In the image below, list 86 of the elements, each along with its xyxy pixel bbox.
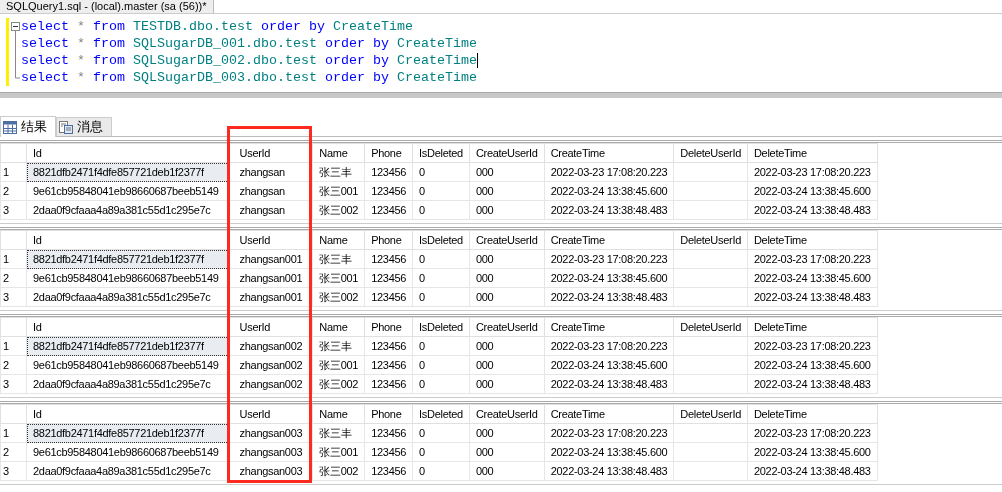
table-cell: 000 xyxy=(469,181,545,201)
row-number[interactable]: 1 xyxy=(0,336,27,356)
table-cell: 0 xyxy=(412,461,470,481)
table-cell: 123456 xyxy=(364,162,413,182)
table-cell: 2022-03-23 17:08:20.223 xyxy=(544,423,674,443)
table-cell: 2022-03-24 13:38:45.600 xyxy=(747,181,878,201)
code-line: select * from SQLSugarDB_002.dbo.test order by CreateTime xyxy=(21,52,478,69)
table-cell: 123456 xyxy=(364,423,413,443)
table-cell: 123456 xyxy=(364,442,413,462)
table-cell: 123456 xyxy=(364,287,413,307)
change-bar xyxy=(6,18,9,86)
table-cell: 2022-03-24 13:38:45.600 xyxy=(747,355,878,375)
table-cell: 2022-03-24 13:38:48.483 xyxy=(544,200,674,220)
table-cell: 0 xyxy=(412,336,470,356)
table-cell: 2022-03-24 13:38:48.483 xyxy=(747,374,878,394)
row-number[interactable]: 1 xyxy=(0,249,27,269)
table-cell: 123456 xyxy=(364,200,413,220)
table-cell: 0 xyxy=(412,355,470,375)
table-cell: 0 xyxy=(412,162,470,182)
document-tab[interactable]: SQLQuery1.sql - (local).master (sa (56))* xyxy=(0,0,214,13)
table-cell: 0 xyxy=(412,249,470,269)
table-cell: 0 xyxy=(412,181,470,201)
row-number[interactable]: 1 xyxy=(0,162,27,182)
table-cell: 2022-03-24 13:38:48.483 xyxy=(747,287,878,307)
table-cell: 000 xyxy=(469,374,545,394)
table-cell: 2022-03-24 13:38:48.483 xyxy=(544,461,674,481)
table-cell: 0 xyxy=(412,268,470,288)
row-number[interactable]: 2 xyxy=(0,442,27,462)
table-cell: 000 xyxy=(469,200,545,220)
table-cell: 2022-03-24 13:38:48.483 xyxy=(544,374,674,394)
table-cell: 2022-03-24 13:38:48.483 xyxy=(747,200,878,220)
table-cell: 0 xyxy=(412,423,470,443)
table-cell: 2022-03-23 17:08:20.223 xyxy=(747,162,878,182)
table-cell: 123456 xyxy=(364,374,413,394)
table-cell: 123456 xyxy=(364,461,413,481)
result-tab[interactable]: 结果 xyxy=(0,116,56,137)
table-cell: 2022-03-24 13:38:45.600 xyxy=(544,268,674,288)
table-cell: 000 xyxy=(469,162,545,182)
column-header[interactable]: Id xyxy=(33,147,42,159)
table-cell: 2022-03-24 13:38:45.600 xyxy=(544,442,674,462)
table-cell: 0 xyxy=(412,442,470,462)
row-number[interactable]: 3 xyxy=(0,374,27,394)
table-cell: 2022-03-23 17:08:20.223 xyxy=(544,336,674,356)
table-cell: 000 xyxy=(469,423,545,443)
document-icon xyxy=(59,120,73,134)
grid-icon xyxy=(3,120,17,134)
table-cell: 0 xyxy=(412,287,470,307)
table-cell: 2022-03-24 13:38:45.600 xyxy=(747,442,878,462)
table-cell: 2022-03-24 13:38:45.600 xyxy=(747,268,878,288)
table-cell: 000 xyxy=(469,461,545,481)
row-number[interactable]: 3 xyxy=(0,287,27,307)
row-number[interactable]: 2 xyxy=(0,355,27,375)
row-number[interactable]: 2 xyxy=(0,181,27,201)
column-header[interactable]: Id xyxy=(33,321,42,333)
row-number[interactable]: 3 xyxy=(0,461,27,481)
row-number[interactable]: 1 xyxy=(0,423,27,443)
table-cell: 2022-03-23 17:08:20.223 xyxy=(747,249,878,269)
table-cell: 0 xyxy=(412,200,470,220)
table-cell: 000 xyxy=(469,268,545,288)
table-cell: 2022-03-24 13:38:45.600 xyxy=(544,355,674,375)
column-header[interactable]: Id xyxy=(33,408,42,420)
row-number[interactable]: 2 xyxy=(0,268,27,288)
table-cell: 123456 xyxy=(364,181,413,201)
result-tab[interactable]: 消息 xyxy=(56,117,112,136)
table-cell: 000 xyxy=(469,355,545,375)
table-cell: 2022-03-24 13:38:48.483 xyxy=(544,287,674,307)
table-cell: 2022-03-23 17:08:20.223 xyxy=(544,249,674,269)
table-cell: 123456 xyxy=(364,355,413,375)
table-cell: 000 xyxy=(469,442,545,462)
code-line: select * from SQLSugarDB_003.dbo.test order by CreateTime xyxy=(21,69,478,86)
table-cell: 123456 xyxy=(364,336,413,356)
table-cell: 2022-03-24 13:38:45.600 xyxy=(544,181,674,201)
table-cell: 000 xyxy=(469,249,545,269)
column-header[interactable]: Id xyxy=(33,234,42,246)
code-line: select * from SQLSugarDB_001.dbo.test order by CreateTime xyxy=(21,35,478,52)
code-line: select * from TESTDB.dbo.test order by CreateTime xyxy=(21,18,414,35)
table-cell: 000 xyxy=(469,336,545,356)
row-number[interactable]: 3 xyxy=(0,200,27,220)
table-cell: 123456 xyxy=(364,268,413,288)
table-cell: 2022-03-23 17:08:20.223 xyxy=(544,162,674,182)
table-cell: 2022-03-24 13:38:48.483 xyxy=(747,461,878,481)
table-cell: 0 xyxy=(412,374,470,394)
table-cell: 2022-03-23 17:08:20.223 xyxy=(747,423,878,443)
table-cell: 2022-03-23 17:08:20.223 xyxy=(747,336,878,356)
table-cell: 123456 xyxy=(364,249,413,269)
table-cell: 000 xyxy=(469,287,545,307)
